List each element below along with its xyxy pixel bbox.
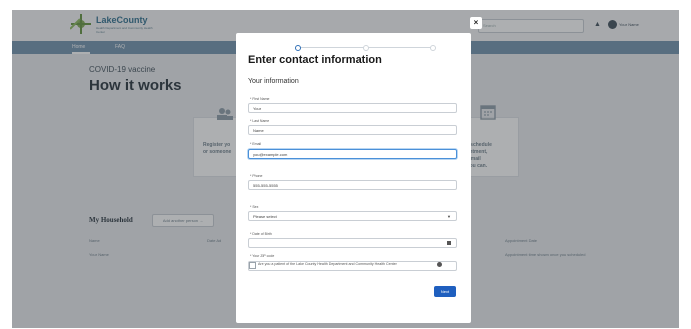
calendar-icon[interactable] xyxy=(447,241,451,245)
patient-checkbox[interactable] xyxy=(249,262,256,269)
phone-label: * Phone xyxy=(250,174,263,178)
dob-field[interactable] xyxy=(248,238,457,248)
first-name-field[interactable]: Your xyxy=(248,103,457,113)
phone-field[interactable]: 555-555-5555 xyxy=(248,180,457,190)
info-icon[interactable] xyxy=(437,262,442,267)
sex-select-value: Please select xyxy=(253,214,277,219)
email-label: * Email xyxy=(250,142,262,146)
next-button[interactable]: Next xyxy=(434,286,456,297)
last-name-field[interactable]: Name xyxy=(248,125,457,135)
first-name-label: * First Name xyxy=(250,97,270,101)
email-field[interactable]: you@example.com xyxy=(248,149,457,159)
progress-step-2 xyxy=(363,45,369,51)
contact-info-modal: Enter contact information Your informati… xyxy=(236,33,471,323)
close-icon[interactable]: × xyxy=(470,17,482,29)
modal-subtitle: Your information xyxy=(248,78,299,85)
chevron-down-icon: ▼ xyxy=(447,214,451,219)
patient-checkbox-label: Are you a patient of the Lake County Hea… xyxy=(258,262,397,266)
zip-label: * Your ZIP code xyxy=(250,254,275,258)
last-name-label: * Last Name xyxy=(250,119,270,123)
sex-select[interactable]: Please select ▼ xyxy=(248,211,457,221)
sex-label: * Sex xyxy=(250,205,259,209)
browser-viewport: LakeCounty Health Department and Communi… xyxy=(12,10,679,328)
dob-label: * Date of Birth xyxy=(250,232,272,236)
progress-step-3 xyxy=(430,45,436,51)
progress-step-1 xyxy=(295,45,301,51)
modal-title: Enter contact information xyxy=(248,54,382,66)
